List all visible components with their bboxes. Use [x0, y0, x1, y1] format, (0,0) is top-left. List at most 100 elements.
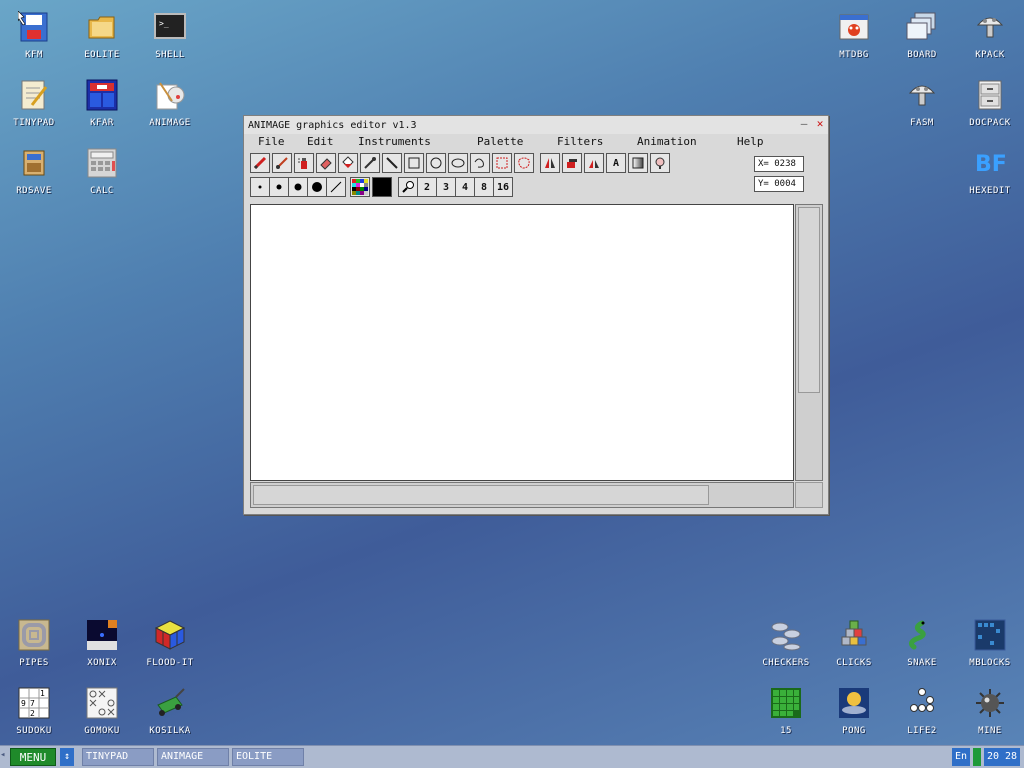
gomoku-icon — [85, 686, 119, 720]
rotate-tool-button[interactable] — [562, 153, 582, 173]
menu-file[interactable]: File — [258, 135, 285, 148]
zoom-16-button[interactable]: 16 — [493, 177, 513, 197]
desktop-icon-clicks[interactable]: CLICKS — [820, 608, 888, 670]
lasso-select-tool-button[interactable] — [514, 153, 534, 173]
ellipse-tool-button[interactable] — [448, 153, 468, 173]
desktop-icon-board[interactable]: BOARD — [888, 0, 956, 62]
taskbar-item-tinypad[interactable]: TINYPAD — [82, 748, 154, 766]
brush-size-2-button[interactable] — [269, 177, 289, 197]
desktop-icon-hexedit[interactable]: BF HEXEDIT — [956, 136, 1024, 198]
brush-size-3-button[interactable] — [288, 177, 308, 197]
desktop-icon-checkers[interactable]: CHECKERS — [752, 608, 820, 670]
rect-select-tool-button[interactable] — [492, 153, 512, 173]
activity-indicator — [973, 748, 981, 766]
palette-button[interactable] — [350, 177, 370, 197]
zoom-8-button[interactable]: 8 — [474, 177, 494, 197]
desktop-icon-calc[interactable]: CALC — [68, 136, 136, 198]
cabinet-icon — [973, 78, 1007, 112]
mirror-icon — [589, 160, 599, 168]
desktop-icon-pong[interactable]: PONG — [820, 676, 888, 738]
svg-text:1: 1 — [40, 689, 45, 698]
horizontal-scroll-thumb[interactable] — [253, 485, 709, 505]
minimize-button[interactable]: – — [796, 118, 812, 132]
fill-tool-button[interactable] — [338, 153, 358, 173]
brush-size-4-button[interactable] — [307, 177, 327, 197]
desktop-icon-gomoku[interactable]: GOMOKU — [68, 676, 136, 738]
text-tool-button[interactable]: A — [606, 153, 626, 173]
spray-tool-button[interactable] — [294, 153, 314, 173]
desktop-icon-xonix[interactable]: XONIX — [68, 608, 136, 670]
desktop-icon-label: KPACK — [975, 50, 1005, 60]
vertical-scrollbar[interactable] — [795, 204, 823, 481]
brush-size-1-button[interactable] — [250, 177, 270, 197]
desktop-icon-rdsave[interactable]: RDSAVE — [0, 136, 68, 198]
desktop-icon-snake[interactable]: SNAKE — [888, 608, 956, 670]
zoom-4-button[interactable]: 4 — [455, 177, 475, 197]
mirror-tool-button[interactable] — [584, 153, 604, 173]
desktop-icon-pipes[interactable]: PIPES — [0, 608, 68, 670]
eraser-tool-button[interactable] — [316, 153, 336, 173]
rectangle-tool-button[interactable] — [404, 153, 424, 173]
curve-tool-button[interactable] — [470, 153, 490, 173]
desktop-icon-kosilka[interactable]: KOSILKA — [136, 676, 204, 738]
zoom-tool-button[interactable] — [398, 177, 418, 197]
vertical-scroll-thumb[interactable] — [798, 207, 820, 393]
horizontal-scrollbar[interactable] — [250, 482, 794, 508]
desktop-icon-sudoku[interactable]: 971 2 SUDOKU — [0, 676, 68, 738]
desktop-icon-shell[interactable]: >_ SHELL — [136, 0, 204, 62]
line-tool-button[interactable] — [382, 153, 402, 173]
clock[interactable]: 20 28 — [984, 748, 1020, 766]
desktop-icon-mtdbg[interactable]: MTDBG — [820, 0, 888, 62]
desktop-icon-mine[interactable]: MINE — [956, 676, 1024, 738]
debugger-icon — [837, 10, 871, 44]
taskbar-item-animage[interactable]: ANIMAGE — [157, 748, 229, 766]
menu-instruments[interactable]: Instruments — [358, 135, 431, 148]
flip-tool-button[interactable] — [540, 153, 560, 173]
pencil-tool-button[interactable] — [250, 153, 270, 173]
magnifier-icon — [402, 181, 414, 193]
window-titlebar[interactable]: ANIMAGE graphics editor v1.3 – ✕ — [244, 116, 828, 134]
menu-edit[interactable]: Edit — [307, 135, 334, 148]
taskbar-scroll-left-icon[interactable]: ◂ — [0, 750, 5, 760]
desktop-icon-floodit[interactable]: FLOOD-IT — [136, 608, 204, 670]
desktop-icon-label: DOCPACK — [969, 118, 1011, 128]
menu-animation[interactable]: Animation — [637, 135, 697, 148]
desktop-icon-mblocks[interactable]: MBLOCKS — [956, 608, 1024, 670]
desktop-icon-animage[interactable]: ANIMAGE — [136, 68, 204, 130]
close-button[interactable]: ✕ — [812, 118, 828, 132]
ram-disk-save-icon — [17, 146, 51, 180]
desktop-icon-label: SHELL — [155, 50, 185, 60]
circle-tool-button[interactable] — [426, 153, 446, 173]
desktop-icon-fasm[interactable]: FASM — [888, 68, 956, 130]
color-picker-tool-button[interactable] — [360, 153, 380, 173]
dot-large-icon — [294, 183, 302, 191]
desktop-icon-fifteen[interactable]: 15 — [752, 676, 820, 738]
dot-xlarge-icon — [312, 182, 322, 192]
blocks-icon — [837, 618, 871, 652]
brush-tool-button[interactable] — [272, 153, 292, 173]
menu-filters[interactable]: Filters — [557, 135, 603, 148]
menu-help[interactable]: Help — [737, 135, 764, 148]
line-width-button[interactable] — [326, 177, 346, 197]
zoom-3-button[interactable]: 3 — [436, 177, 456, 197]
taskbar-item-eolite[interactable]: EOLITE — [232, 748, 304, 766]
desktop-icon-tinypad[interactable]: TINYPAD — [0, 68, 68, 130]
eyedropper-icon — [364, 157, 376, 169]
window-switch-button[interactable]: ↕ — [60, 748, 74, 766]
zoom-2-button[interactable]: 2 — [417, 177, 437, 197]
gradient-tool-button[interactable] — [628, 153, 648, 173]
start-menu-button[interactable]: MENU — [10, 748, 56, 766]
desktop-icon-eolite[interactable]: EOLITE — [68, 0, 136, 62]
drawing-canvas[interactable] — [250, 204, 794, 481]
effects-tool-button[interactable] — [650, 153, 670, 173]
current-color-swatch[interactable] — [372, 177, 392, 197]
pipes-icon — [17, 618, 51, 652]
desktop-icon-kpack[interactable]: KPACK — [956, 0, 1024, 62]
desktop-icon-docpack[interactable]: DOCPACK — [956, 68, 1024, 130]
desktop-icon-life2[interactable]: LIFE2 — [888, 676, 956, 738]
desktop-icon-kfm[interactable]: KFM — [0, 0, 68, 62]
menu-palette[interactable]: Palette — [477, 135, 523, 148]
terminal-icon: >_ — [153, 10, 187, 44]
language-indicator[interactable]: En — [952, 748, 970, 766]
desktop-icon-kfar[interactable]: KFAR — [68, 68, 136, 130]
